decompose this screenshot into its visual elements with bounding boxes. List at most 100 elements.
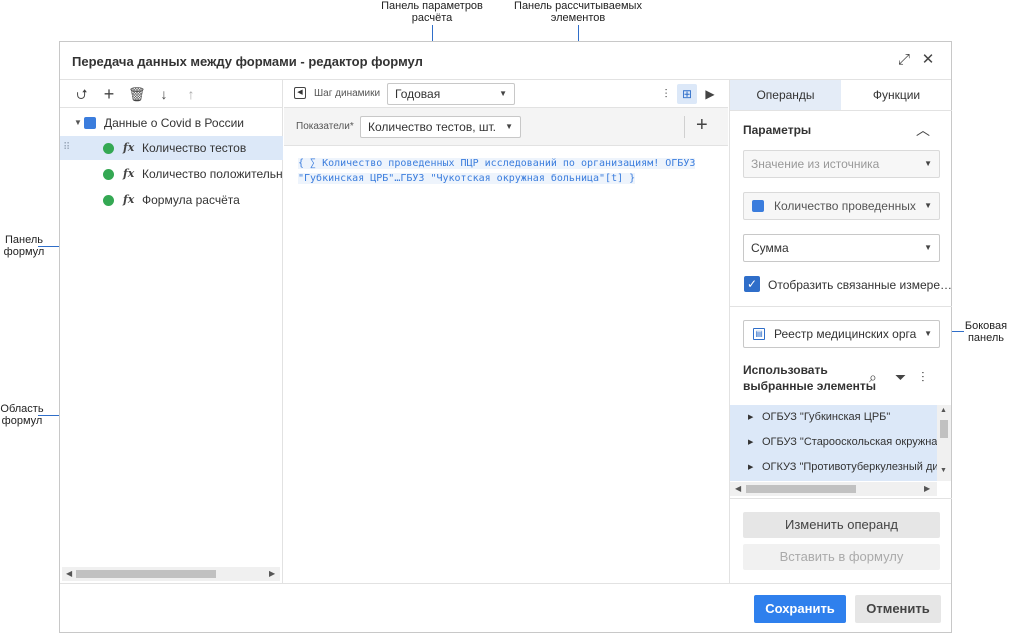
status-dot-icon (103, 169, 114, 180)
chevron-up-icon[interactable]: ︿ (916, 120, 930, 140)
use-selected-label-2: выбранные элементы (743, 379, 877, 393)
search-icon[interactable]: ⌕ (869, 369, 877, 386)
use-selected-label: Использовать выбранные элементы (743, 362, 876, 394)
aggregation-select[interactable]: Сумма ▼ (743, 234, 940, 262)
dynamics-label: Шаг динамики (314, 88, 381, 99)
source-select: Значение из источника ▼ (743, 150, 940, 178)
fx-icon: fx (123, 167, 135, 180)
scroll-left-icon[interactable]: ◀ (735, 482, 741, 496)
delete-icon[interactable]: 🗑 (128, 86, 146, 102)
fx-icon: fx (123, 141, 135, 154)
drag-handle-icon[interactable]: ⠿ (63, 136, 70, 160)
elements-list: ▶ ОГБУЗ "Губкинская ЦРБ" ▶ ОГБУЗ "Староо… (730, 405, 937, 481)
cube-icon (84, 117, 96, 129)
scroll-down-icon[interactable]: ▼ (940, 467, 947, 474)
dynamics-value: Годовая (395, 87, 441, 101)
settings-sliders-icon[interactable]: ⫶ (921, 369, 925, 386)
registry-select[interactable]: ▤ Реестр медицинских орга ▼ (743, 320, 940, 348)
aggregation-value: Сумма (751, 241, 789, 255)
chevron-down-icon: ▼ (924, 159, 932, 168)
dynamics-select[interactable]: Годовая ▼ (387, 83, 515, 105)
horizontal-scrollbar[interactable]: ◀ ▶ (730, 482, 937, 496)
formula-text: { ∑ Количество проведенных ПЦР исследова… (298, 158, 696, 169)
list-item[interactable]: ▶ ОГКУЗ "Противотуберкулезный ди (730, 455, 937, 480)
scroll-right-icon[interactable]: ▶ (269, 567, 275, 581)
arrow-up-icon[interactable]: ↑ (183, 86, 199, 102)
scroll-right-icon[interactable]: ▶ (924, 482, 930, 496)
tree-item[interactable]: fx Формула расчёта (60, 188, 283, 212)
arrow-down-icon[interactable]: ↓ (156, 86, 172, 102)
side-panel: Операнды Функции Параметры ︿ Значение из… (729, 80, 952, 583)
calc-params-panel: ◀ Шаг динамики Годовая ▼ ⫶ ⊞ ▶ (284, 80, 728, 108)
tree-item-label: Количество положительных (142, 167, 283, 181)
scrollbar-thumb[interactable] (746, 485, 856, 493)
tree-item[interactable]: fx Количество положительных (60, 162, 283, 186)
close-icon[interactable]: ✕ (920, 52, 936, 68)
divider (730, 306, 952, 307)
tree-item-label: Количество тестов (142, 141, 247, 155)
side-panel-toggle-icon[interactable]: ▶ (700, 84, 720, 104)
caret-right-icon[interactable]: ▶ (748, 405, 753, 430)
chevron-down-icon: ▼ (505, 122, 513, 131)
chevron-down-icon: ▼ (924, 243, 932, 252)
dialog-title: Передача данных между формами - редактор… (72, 54, 423, 69)
save-button[interactable]: Сохранить (754, 595, 846, 623)
formula-area: ◀ Шаг динамики Годовая ▼ ⫶ ⊞ ▶ Показател… (284, 80, 728, 583)
collapse-panel-icon[interactable]: ◀ (294, 87, 306, 99)
show-linked-checkbox[interactable]: ✓ (744, 276, 760, 292)
callout-calc-params-panel: Панель параметров расчёта (381, 0, 483, 24)
indicators-select[interactable]: Количество тестов, шт. ▼ (360, 116, 521, 138)
divider (730, 110, 952, 111)
filter-icon[interactable]: ⏷ (895, 369, 906, 386)
status-dot-icon (103, 143, 114, 154)
add-indicator-icon[interactable]: + (696, 115, 708, 135)
caret-right-icon[interactable]: ▶ (748, 455, 753, 480)
chevron-down-icon: ▼ (924, 201, 932, 210)
use-selected-label-1: Использовать (743, 363, 828, 377)
caret-right-icon[interactable]: ▶ (748, 430, 753, 455)
scrollbar-thumb[interactable] (940, 420, 948, 438)
scroll-left-icon[interactable]: ◀ (66, 567, 72, 581)
change-operand-button[interactable]: Изменить операнд (743, 512, 940, 538)
tab-functions[interactable]: Функции (841, 80, 952, 110)
indicators-value: Количество тестов, шт. (368, 120, 497, 134)
tree-root-label: Данные о Covid в России (104, 116, 244, 130)
divider (730, 498, 952, 499)
list-item-label: ОГБУЗ "Губкинская ЦРБ" (762, 411, 891, 423)
insert-formula-button: Вставить в формулу (743, 544, 940, 570)
cube-icon (752, 200, 764, 212)
list-item[interactable]: ▶ ОГБУЗ "Губкинская ЦРБ" (730, 405, 937, 430)
tree-item[interactable]: ⠿ fx Количество тестов (60, 136, 283, 160)
tree-view-icon[interactable]: ⊞ (677, 84, 697, 104)
divider (684, 116, 685, 138)
source-value: Значение из источника (751, 157, 880, 171)
chevron-down-icon: ▼ (499, 89, 507, 98)
horizontal-scrollbar[interactable]: ◀ ▶ (62, 567, 280, 581)
list-item-label: ОГБУЗ "Старооскольская окружная (762, 436, 937, 448)
formula-editor[interactable]: { ∑ Количество проведенных ПЦР исследова… (298, 156, 718, 186)
fx-icon: fx (123, 193, 135, 206)
list-item-label: ОГКУЗ "Противотуберкулезный ди (762, 461, 937, 473)
formula-text: "Губкинская ЦРБ"…ГБУЗ "Чукотская окружна… (298, 173, 636, 184)
dialog-footer: Сохранить Отменить (60, 583, 951, 633)
move-to-icon[interactable]: ⮍ (74, 86, 90, 102)
cancel-button[interactable]: Отменить (855, 595, 941, 623)
dialog-titlebar: Передача данных между формами - редактор… (60, 42, 951, 80)
calculated-elements-panel: Показатели* Количество тестов, шт. ▼ + (284, 108, 728, 146)
params-title: Параметры (743, 123, 812, 137)
add-icon[interactable]: + (101, 85, 117, 103)
indicators-label: Показатели* (296, 121, 354, 132)
vertical-scrollbar[interactable]: ▲ ▼ (937, 405, 951, 481)
list-item[interactable]: ▶ ОГБУЗ "Старооскольская окружная (730, 430, 937, 455)
tree-root[interactable]: ▼ Данные о Covid в России (60, 111, 283, 135)
expand-icon[interactable]: ⤢ (896, 52, 912, 68)
scroll-up-icon[interactable]: ▲ (940, 407, 947, 414)
settings-sliders-icon[interactable]: ⫶ (656, 84, 676, 104)
formulas-toolbar: ⮍ + 🗑 ↓ ↑ (60, 80, 283, 108)
caret-down-icon[interactable]: ▼ (74, 111, 82, 135)
indicator-select: Количество проведенных ▼ (743, 192, 940, 220)
callout-calculated-panel: Панель рассчитываемых элементов (514, 0, 642, 24)
callout-side-panel: Боковая панель (964, 320, 1008, 344)
scrollbar-thumb[interactable] (76, 570, 216, 578)
tab-operands[interactable]: Операнды (730, 80, 841, 110)
